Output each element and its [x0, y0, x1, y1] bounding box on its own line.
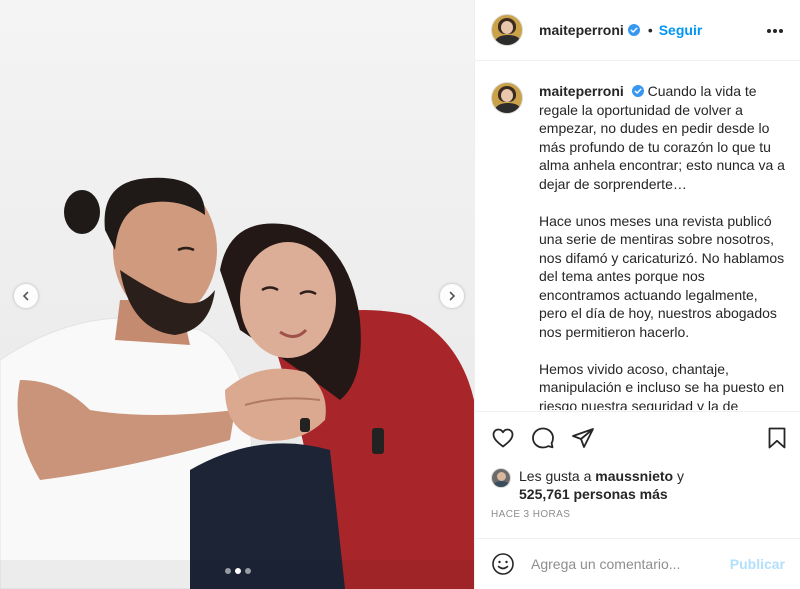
- post-photo[interactable]: [0, 0, 474, 589]
- caption-area[interactable]: maiteperroni Cuando la vida te regale la…: [475, 62, 800, 410]
- likes-count[interactable]: 525,761 personas más: [519, 486, 668, 502]
- couple-photo: [0, 0, 474, 589]
- caption-author-avatar[interactable]: [491, 82, 523, 114]
- follow-button[interactable]: Seguir: [659, 22, 703, 38]
- post-header: maiteperroni • Seguir: [475, 0, 800, 61]
- chevron-right-icon: [449, 291, 456, 301]
- verified-badge-icon: [631, 85, 644, 97]
- liker-avatar[interactable]: [491, 468, 511, 488]
- more-options-icon[interactable]: [767, 29, 783, 33]
- liker-username[interactable]: maussnieto: [595, 468, 673, 484]
- author-avatar[interactable]: [491, 14, 523, 46]
- emoji-icon[interactable]: [491, 552, 515, 576]
- carousel-indicator: [225, 568, 251, 574]
- share-icon[interactable]: [571, 426, 595, 450]
- publish-button[interactable]: Publicar: [730, 556, 785, 572]
- previous-photo-button[interactable]: [14, 284, 38, 308]
- carousel-dot: [245, 568, 251, 574]
- next-photo-button[interactable]: [440, 284, 464, 308]
- separator-dot: •: [647, 22, 653, 38]
- author-username[interactable]: maiteperroni: [539, 22, 624, 38]
- caption-paragraph: Hace unos meses una revista publicó una …: [539, 212, 785, 340]
- likes-middle: y: [673, 468, 684, 484]
- comment-input[interactable]: [531, 556, 730, 572]
- post-actions: Les gusta a maussnieto y 525,761 persona…: [475, 411, 800, 538]
- comment-icon[interactable]: [531, 426, 555, 450]
- chevron-left-icon: [22, 291, 29, 301]
- likes-prefix: Les gusta a: [519, 468, 596, 484]
- caption-username[interactable]: maiteperroni: [539, 83, 624, 99]
- heart-icon[interactable]: [491, 426, 515, 450]
- post-sidebar: maiteperroni • Seguir maiteperroni Cuand…: [474, 0, 800, 589]
- post-timestamp[interactable]: Hace 3 horas: [491, 509, 570, 520]
- comment-bar: Publicar: [475, 538, 800, 589]
- caption-paragraph: Cuando la vida te regale la oportunidad …: [539, 83, 785, 192]
- likes-summary: Les gusta a maussnieto y 525,761 persona…: [491, 467, 684, 503]
- caption-paragraph: Hemos vivido acoso, chantaje, manipulaci…: [539, 360, 785, 411]
- carousel-dot-active: [235, 568, 241, 574]
- bookmark-icon[interactable]: [765, 426, 789, 450]
- carousel-dot: [225, 568, 231, 574]
- verified-badge-icon: [627, 24, 640, 36]
- caption-text: maiteperroni Cuando la vida te regale la…: [539, 82, 787, 410]
